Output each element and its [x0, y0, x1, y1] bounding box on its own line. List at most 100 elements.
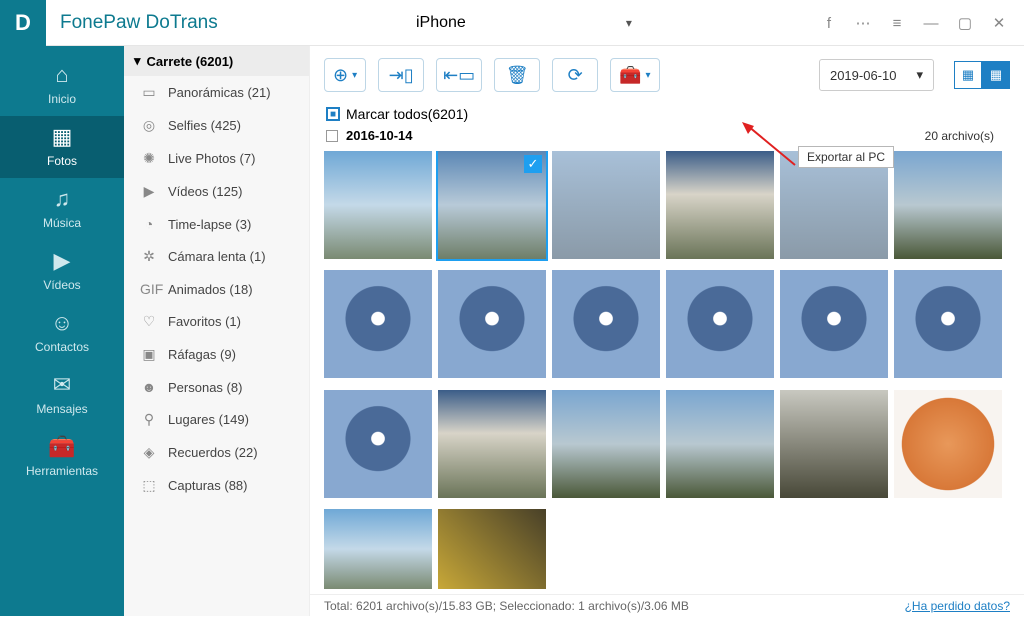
nav-home[interactable]: ⌂Inicio: [0, 54, 124, 116]
date-group-header[interactable]: 2016-10-14 20 archivo(s): [310, 124, 1024, 151]
photo-thumb[interactable]: [438, 390, 546, 498]
photo-thumb[interactable]: [324, 509, 432, 589]
home-icon: ⌂: [55, 62, 68, 88]
tree-header[interactable]: ▾Carrete (6201): [124, 46, 309, 76]
photo-thumb[interactable]: [780, 390, 888, 498]
tree-item-panoramas[interactable]: ▭ Panorámicas (21): [124, 76, 309, 109]
date-filter[interactable]: 2019-06-10▾: [819, 59, 934, 91]
status-text: Total: 6201 archivo(s)/15.83 GB; Selecci…: [324, 599, 689, 613]
checkbox-indeterminate-icon[interactable]: ■: [326, 107, 340, 121]
video-icon: ▶: [54, 248, 71, 274]
device-name: iPhone: [416, 14, 466, 32]
photo-icon: ▦: [52, 124, 73, 150]
tree-label: Time-lapse (3): [168, 217, 251, 232]
live-icon: ✺: [140, 150, 158, 167]
view-grid-small[interactable]: ▦: [954, 61, 982, 89]
select-all-row[interactable]: ■ Marcar todos(6201): [310, 104, 1024, 124]
photo-thumb[interactable]: [666, 151, 774, 259]
tree-item-selfies[interactable]: ◎ Selfies (425): [124, 109, 309, 142]
checkbox-empty-icon[interactable]: [326, 130, 338, 142]
tree-item-screenshots[interactable]: ⬚ Capturas (88): [124, 469, 309, 502]
tree-item-slowmo[interactable]: ✲Cámara lenta (1): [124, 240, 309, 273]
close-button[interactable]: ✕: [982, 0, 1016, 46]
contacts-icon: ☺: [51, 310, 73, 336]
status-bar: Total: 6201 archivo(s)/15.83 GB; Selecci…: [310, 594, 1024, 616]
photo-thumb[interactable]: [324, 270, 432, 378]
tree-item-places[interactable]: ⚲Lugares (149): [124, 403, 309, 436]
photo-thumb[interactable]: [438, 270, 546, 378]
nav-label: Mensajes: [36, 402, 87, 416]
tree-item-people[interactable]: ☻Personas (8): [124, 371, 309, 403]
photo-thumb[interactable]: [666, 390, 774, 498]
maximize-button[interactable]: ▢: [948, 0, 982, 46]
photo-thumb[interactable]: [666, 270, 774, 378]
minimize-button[interactable]: —: [914, 0, 948, 46]
camera-icon: ◎: [140, 117, 158, 134]
sidebar: ⌂Inicio ▦Fotos ♫Música ▶ Vídeos ☺ Contacto…: [0, 46, 124, 616]
tree-item-favorites[interactable]: ♡Favoritos (1): [124, 305, 309, 338]
music-icon: ♫: [54, 186, 71, 212]
photo-thumb[interactable]: [894, 270, 1002, 378]
facebook-icon[interactable]: f: [812, 0, 846, 46]
photo-grid: ✓: [310, 151, 1024, 594]
delete-button[interactable]: 🗑: [494, 58, 540, 92]
tree-item-timelapse[interactable]: ◔Time-lapse (3): [124, 208, 309, 240]
photo-thumb[interactable]: [894, 151, 1002, 259]
nav-photos[interactable]: ▦Fotos: [0, 116, 124, 178]
album-tree: ▾Carrete (6201) ▭ Panorámicas (21) ◎ Selfi…: [124, 46, 310, 616]
slowmo-icon: ✲: [140, 248, 158, 265]
feedback-icon[interactable]: ⋯: [846, 0, 880, 46]
photo-thumb[interactable]: ✓: [438, 151, 546, 259]
app-name: FonePaw DoTrans: [60, 12, 218, 34]
tree-item-bursts[interactable]: ▣Ráfagas (9): [124, 338, 309, 371]
memory-icon: ◈: [140, 444, 158, 461]
tree-label: Personas (8): [168, 380, 242, 395]
lost-data-link[interactable]: ¿Ha perdido datos?: [905, 599, 1010, 613]
screenshot-icon: ⬚: [140, 477, 158, 494]
menu-icon[interactable]: ≡: [880, 0, 914, 46]
group-count: 20 archivo(s): [925, 129, 1008, 143]
photo-thumb[interactable]: [552, 270, 660, 378]
gif-icon: GIF: [140, 281, 158, 297]
toolbox-button[interactable]: 🧰▾: [610, 58, 659, 92]
tree-label: Capturas (88): [168, 478, 247, 493]
pin-icon: ⚲: [140, 411, 158, 428]
tree-label: Panorámicas (21): [168, 85, 271, 100]
photo-thumb[interactable]: [324, 390, 432, 498]
tree-label: Vídeos (125): [168, 184, 242, 199]
nav-label: Contactos: [35, 340, 89, 354]
messages-icon: ✉: [53, 372, 71, 398]
nav-label: Vídeos: [43, 278, 80, 292]
tree-item-videos[interactable]: ▶ Vídeos (125): [124, 175, 309, 208]
nav-messages[interactable]: ✉ Mensajes: [0, 364, 124, 426]
view-grid-large[interactable]: ▦: [982, 61, 1010, 89]
nav-videos[interactable]: ▶ Vídeos: [0, 240, 124, 302]
photo-thumb[interactable]: [552, 151, 660, 259]
tree-item-animated[interactable]: GIFAnimados (18): [124, 273, 309, 305]
tree-label: Favoritos (1): [168, 314, 241, 329]
video-icon: ▶: [140, 183, 158, 200]
tools-icon: 🧰: [48, 434, 75, 460]
photo-thumb[interactable]: [324, 151, 432, 259]
tree-item-live[interactable]: ✺Live Photos (7): [124, 142, 309, 175]
nav-music[interactable]: ♫Música: [0, 178, 124, 240]
nav-tools[interactable]: 🧰Herramientas: [0, 426, 124, 488]
photo-thumb[interactable]: [894, 390, 1002, 498]
export-pc-button[interactable]: ⇤▭: [436, 58, 482, 92]
check-icon: ✓: [524, 155, 542, 173]
tree-item-memories[interactable]: ◈Recuerdos (22): [124, 436, 309, 469]
photo-thumb[interactable]: [552, 390, 660, 498]
nav-contacts[interactable]: ☺ Contactos: [0, 302, 124, 364]
photo-thumb[interactable]: [438, 509, 546, 589]
refresh-button[interactable]: ⟳: [552, 58, 598, 92]
tree-label: Selfies (425): [168, 118, 241, 133]
chevron-down-icon: ▾: [916, 67, 923, 83]
add-button[interactable]: ⊕▾: [324, 58, 366, 92]
tree-header-label: Carrete (6201): [147, 54, 234, 69]
chevron-down-icon: ▾: [626, 16, 632, 30]
import-device-button[interactable]: ⇥▯: [378, 58, 424, 92]
device-selector[interactable]: iPhone ▾: [406, 0, 632, 46]
photo-thumb[interactable]: [780, 270, 888, 378]
panorama-icon: ▭: [140, 84, 158, 101]
export-tooltip: Exportar al PC: [798, 146, 894, 168]
